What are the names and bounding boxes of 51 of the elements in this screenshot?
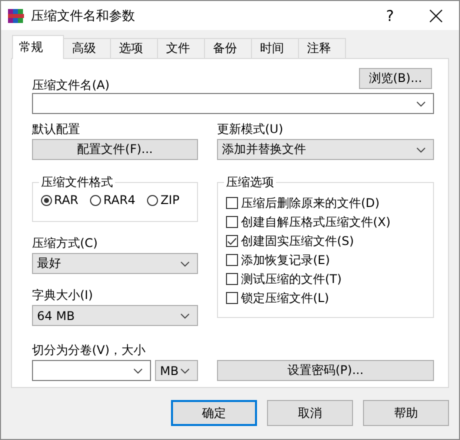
browse-button[interactable]: 浏览(B)...: [359, 68, 432, 89]
volume-size-field[interactable]: [32, 360, 151, 381]
radio-label[interactable]: RAR4: [103, 193, 136, 207]
update-mode-label: 更新模式(U): [217, 122, 284, 137]
checkbox-label[interactable]: 压缩后删除原来的文件(D): [241, 195, 380, 211]
dictionary-size-dropdown[interactable]: 64 MB: [32, 305, 198, 326]
checkbox-label[interactable]: 创建固实压缩文件(S): [241, 233, 354, 249]
dialog-button[interactable]: 确定: [171, 400, 257, 426]
books-stack-icon: [7, 6, 25, 24]
checkbox-label[interactable]: 锁定压缩文件(L): [241, 290, 330, 306]
profiles-button[interactable]: 配置文件(F)...: [32, 139, 198, 160]
chevron-down-icon: [180, 260, 190, 266]
tab[interactable]: 注释: [298, 38, 346, 58]
checkbox-label[interactable]: 添加恢复记录(E): [241, 252, 330, 268]
check-icon: [227, 236, 237, 246]
profile-label: 默认配置: [32, 122, 81, 137]
volume-unit-dropdown[interactable]: MB: [155, 360, 198, 381]
checkbox[interactable]: [226, 197, 238, 209]
radio-label[interactable]: ZIP: [160, 193, 180, 207]
radio-label[interactable]: RAR: [54, 193, 78, 207]
checkbox[interactable]: [226, 254, 238, 266]
checkbox[interactable]: [226, 216, 238, 228]
tab[interactable]: 常规: [12, 35, 64, 59]
compression-method-dropdown[interactable]: 最好: [32, 253, 198, 274]
radio-button[interactable]: [90, 194, 102, 206]
split-volumes-label: 切分为分卷(V)，大小: [32, 343, 147, 358]
checkbox-label[interactable]: 创建自解压格式压缩文件(X): [241, 214, 391, 230]
radio-button[interactable]: [147, 194, 158, 206]
chevron-down-icon: [133, 368, 143, 374]
checkbox[interactable]: [226, 235, 238, 247]
help-button[interactable]: ?: [367, 1, 413, 30]
group-legend: 压缩选项: [224, 174, 276, 190]
chevron-down-icon: [416, 146, 426, 152]
dialog-button[interactable]: 取消: [267, 400, 353, 426]
update-mode-dropdown[interactable]: 添加并替换文件: [217, 139, 434, 160]
checkbox[interactable]: [226, 292, 238, 304]
chevron-down-icon: [180, 368, 190, 374]
chevron-down-icon: [416, 100, 426, 106]
checkbox-label[interactable]: 测试压缩的文件(T): [241, 271, 342, 287]
dialog-button[interactable]: 帮助: [363, 400, 449, 426]
chevron-down-icon: [180, 312, 190, 318]
window-title: 压缩文件名和参数: [31, 8, 135, 24]
archive-name-field[interactable]: [32, 93, 434, 114]
radio-button[interactable]: [41, 194, 52, 206]
compression-method-label: 压缩方式(C): [32, 236, 99, 251]
set-password-button[interactable]: 设置密码(P)...: [217, 360, 434, 381]
group-legend: 压缩文件格式: [39, 174, 115, 190]
checkbox[interactable]: [226, 273, 238, 285]
close-icon: [429, 8, 443, 22]
archive-name-label: 压缩文件名(A): [32, 78, 110, 93]
dictionary-size-label: 字典大小(I): [32, 288, 94, 303]
